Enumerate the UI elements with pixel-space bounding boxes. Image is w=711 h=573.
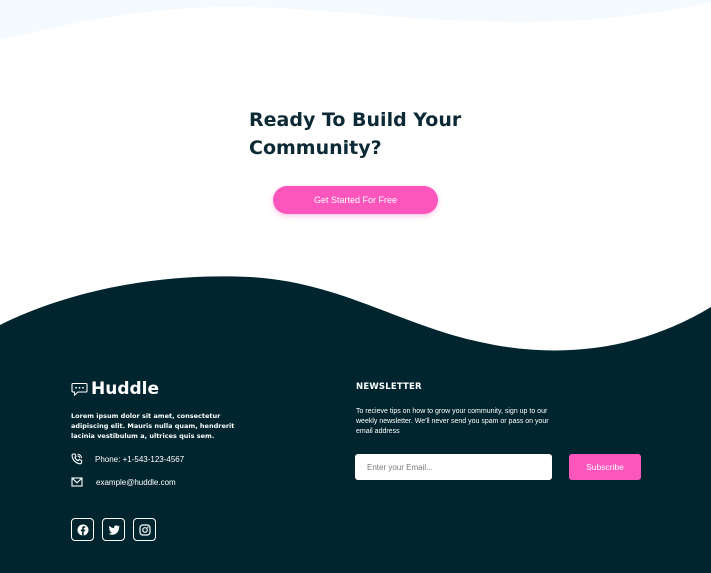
- twitter-link[interactable]: [102, 518, 125, 541]
- facebook-icon: [77, 524, 88, 535]
- subscribe-button[interactable]: Subscribe: [569, 454, 641, 480]
- facebook-link[interactable]: [71, 518, 94, 541]
- newsletter-title: NEWSLETTER: [356, 382, 422, 392]
- instagram-link[interactable]: [133, 518, 156, 541]
- phone-text: Phone: +1-543-123-4567: [95, 454, 185, 464]
- get-started-button[interactable]: Get Started For Free: [273, 186, 438, 214]
- footer-about-text: Lorem ipsum dolor sit amet, consectetur …: [71, 412, 235, 440]
- instagram-icon: [138, 523, 151, 536]
- phone-contact: Phone: +1-543-123-4567: [71, 453, 184, 465]
- top-wave-decoration: [0, 0, 711, 40]
- email-input[interactable]: [355, 454, 552, 480]
- chat-bubble-icon: [71, 382, 88, 396]
- huddle-logo[interactable]: Huddle: [71, 378, 159, 400]
- email-contact: example@huddle.com: [71, 476, 176, 488]
- phone-icon: [71, 453, 83, 465]
- logo-text: Huddle: [91, 379, 160, 399]
- twitter-icon: [108, 524, 120, 535]
- email-text[interactable]: example@huddle.com: [96, 478, 176, 487]
- mail-icon: [71, 477, 83, 487]
- newsletter-description: To recieve tips on how to grow your comm…: [356, 408, 549, 435]
- cta-heading: Ready To Build Your Community?: [249, 109, 462, 159]
